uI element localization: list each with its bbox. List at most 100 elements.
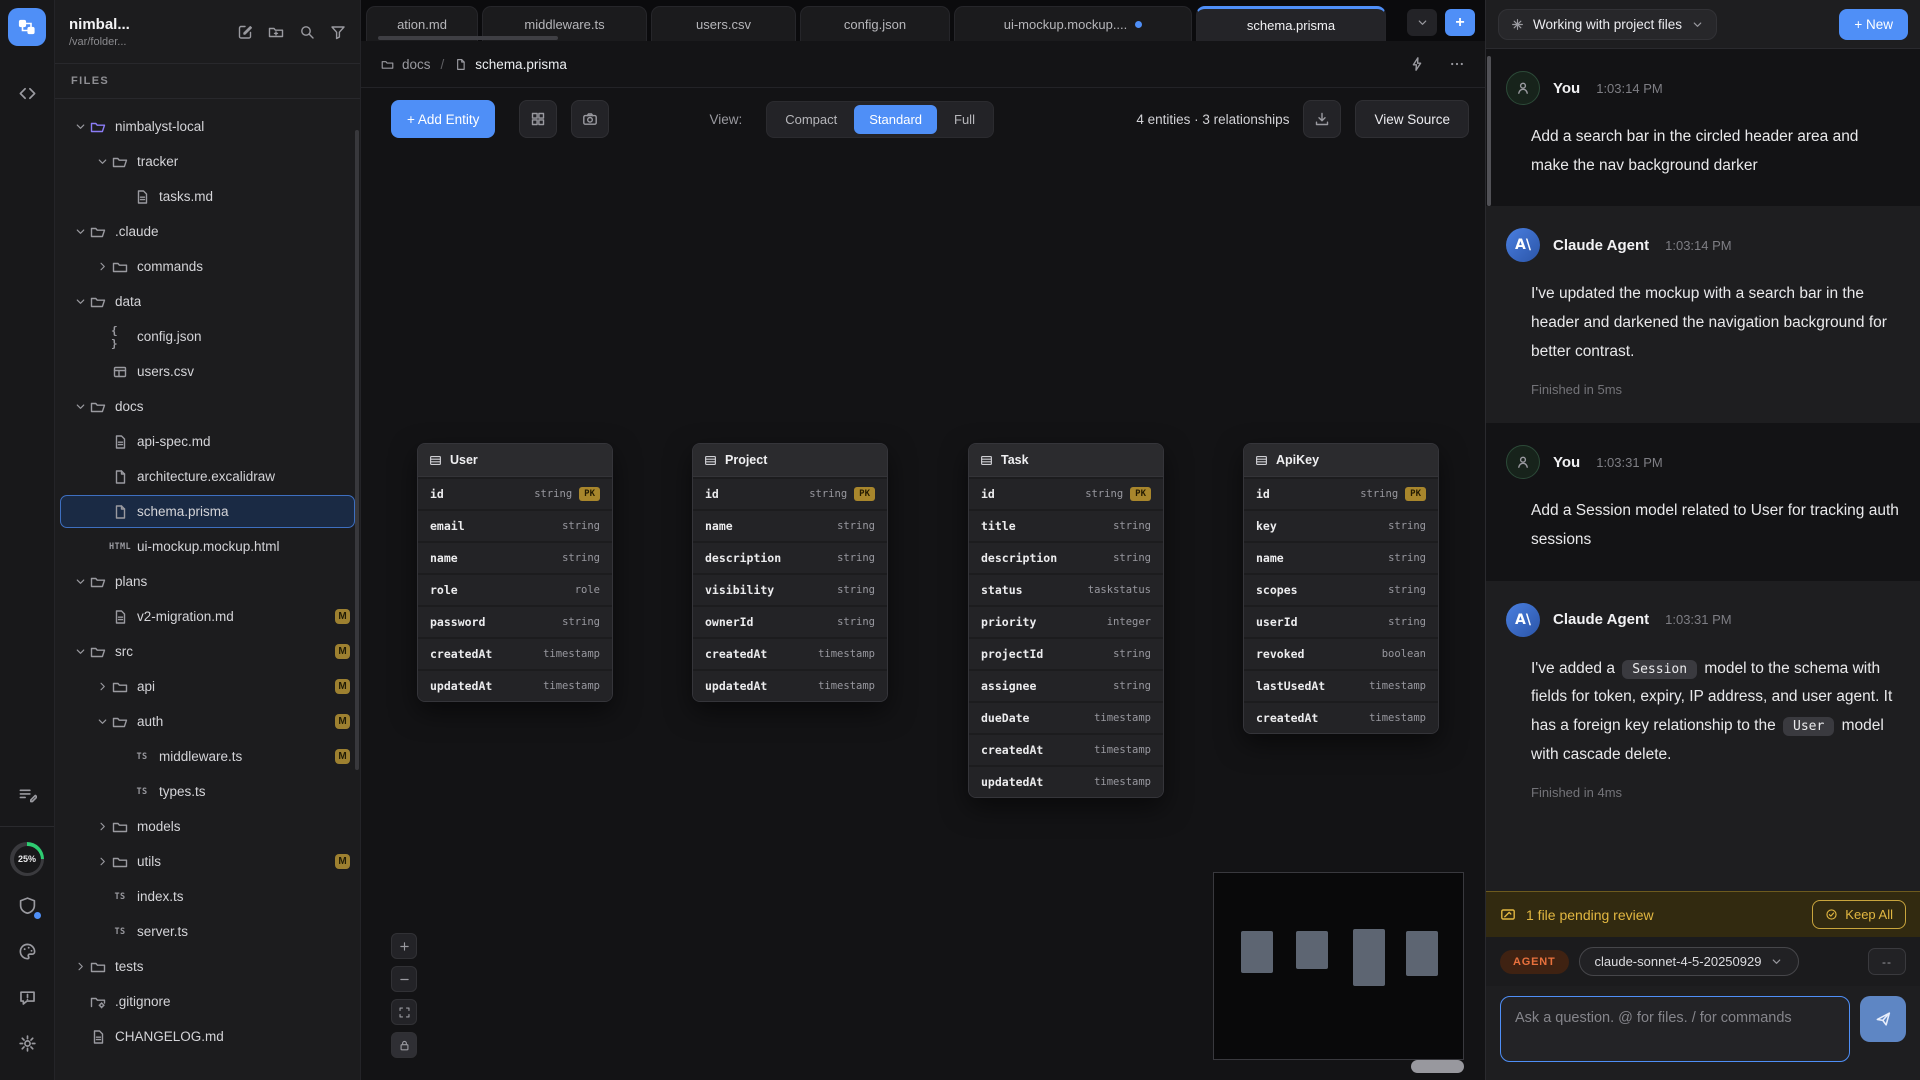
quick-actions-icon[interactable] [1409,56,1425,72]
project-context-dropdown[interactable]: Working with project files [1498,9,1717,40]
chevron-down-icon[interactable] [93,155,111,168]
tree-item-utils[interactable]: utilsM [55,844,360,879]
sidebar-scrollbar[interactable] [355,130,359,770]
view-source-button[interactable]: View Source [1355,100,1469,138]
new-tab-button[interactable]: + [1445,9,1475,36]
entity-field-row[interactable]: idstringPK [969,479,1163,509]
chevron-down-icon[interactable] [71,575,89,588]
entity-field-row[interactable]: dueDatetimestamp [969,703,1163,733]
entity-field-row[interactable]: createdAttimestamp [418,639,612,669]
tree-item-models[interactable]: models [55,809,360,844]
zoom-in-button[interactable] [391,933,417,959]
tree-item-commands[interactable]: commands [55,249,360,284]
chevron-right-icon[interactable] [93,260,111,273]
chevron-down-icon[interactable] [71,400,89,413]
tab-list-dropdown-button[interactable] [1407,9,1437,36]
agent-more-button[interactable]: -- [1868,948,1906,975]
tab-users.csv[interactable]: users.csv [651,6,796,41]
entity-field-row[interactable]: updatedAttimestamp [693,671,887,701]
entity-field-row[interactable]: lastUsedAttimestamp [1244,671,1438,701]
tree-item-api[interactable]: apiM [55,669,360,704]
new-chat-button[interactable]: + New [1839,9,1908,40]
new-file-icon[interactable] [237,24,253,40]
zoom-out-button[interactable] [391,966,417,992]
entity-field-row[interactable]: emailstring [418,511,612,541]
more-options-icon[interactable] [1449,56,1465,72]
filter-icon[interactable] [330,24,346,40]
chevron-right-icon[interactable] [93,855,111,868]
tab-ui-mockup.mockup....[interactable]: ui-mockup.mockup.... [954,6,1192,41]
entity-field-row[interactable]: idstringPK [1244,479,1438,509]
entity-field-row[interactable]: userIdstring [1244,607,1438,637]
tree-item-v2-migration.md[interactable]: v2-migration.mdM [55,599,360,634]
entity-field-row[interactable]: createdAttimestamp [969,735,1163,765]
entity-field-row[interactable]: idstringPK [693,479,887,509]
tree-item-tests[interactable]: tests [55,949,360,984]
tree-item-architecture.excalidraw[interactable]: architecture.excalidraw [55,459,360,494]
tree-item-schema.prisma[interactable]: schema.prisma [55,494,360,529]
add-entity-button[interactable]: + Add Entity [391,100,495,138]
tree-item-data[interactable]: data [55,284,360,319]
snapshot-camera-button[interactable] [571,100,609,138]
entity-header[interactable]: Task [969,444,1163,477]
theme-palette-icon[interactable] [9,933,45,969]
tab-config.json[interactable]: config.json [800,6,950,41]
keep-all-button[interactable]: Keep All [1812,900,1906,929]
entity-field-row[interactable]: descriptionstring [969,543,1163,573]
entity-field-row[interactable]: assigneestring [969,671,1163,701]
chevron-down-icon[interactable] [71,645,89,658]
entity-field-row[interactable]: rolerole [418,575,612,605]
tree-item-ui-mockup.mockup.html[interactable]: HTMLui-mockup.mockup.html [55,529,360,564]
chat-messages[interactable]: You1:03:14 PMAdd a search bar in the cir… [1486,49,1920,891]
tab-schema.prisma[interactable]: schema.prisma [1196,6,1386,41]
entity-header[interactable]: Project [693,444,887,477]
minimap[interactable] [1213,872,1464,1060]
chevron-down-icon[interactable] [71,225,89,238]
entity-field-row[interactable]: keystring [1244,511,1438,541]
entity-field-row[interactable]: createdAttimestamp [1244,703,1438,733]
tree-item-api-spec.md[interactable]: api-spec.md [55,424,360,459]
chevron-right-icon[interactable] [71,960,89,973]
feedback-icon[interactable] [9,979,45,1015]
entity-card-Project[interactable]: ProjectidstringPKnamestringdescriptionst… [692,443,888,702]
entity-field-row[interactable]: statustaskstatus [969,575,1163,605]
entity-field-row[interactable]: namestring [693,511,887,541]
chevron-down-icon[interactable] [71,295,89,308]
layout-grid-button[interactable] [519,100,557,138]
tree-item-tracker[interactable]: tracker [55,144,360,179]
tree-item-plans[interactable]: plans [55,564,360,599]
entity-field-row[interactable]: namestring [1244,543,1438,573]
entity-card-Task[interactable]: TaskidstringPKtitlestringdescriptionstri… [968,443,1164,798]
settings-gear-icon[interactable] [9,1025,45,1061]
model-selector[interactable]: claude-sonnet-4-5-20250929 [1579,947,1800,976]
tree-item-auth[interactable]: authM [55,704,360,739]
canvas-horizontal-scrollbar[interactable] [1411,1060,1464,1073]
tree-item-users.csv[interactable]: users.csv [55,354,360,389]
tree-item-server.ts[interactable]: TSserver.ts [55,914,360,949]
chat-scrollbar[interactable] [1487,56,1491,206]
fit-view-button[interactable] [391,999,417,1025]
entity-header[interactable]: User [418,444,612,477]
tree-item-.gitignore[interactable]: .gitignore [55,984,360,1019]
entity-field-row[interactable]: ownerIdstring [693,607,887,637]
entity-field-row[interactable]: descriptionstring [693,543,887,573]
breadcrumb-file[interactable]: schema.prisma [475,57,567,72]
send-button[interactable] [1860,996,1906,1042]
entity-field-row[interactable]: priorityinteger [969,607,1163,637]
tree-item-index.ts[interactable]: TSindex.ts [55,879,360,914]
code-view-icon[interactable] [9,75,45,111]
chevron-right-icon[interactable] [93,820,111,833]
entity-field-row[interactable]: projectIdstring [969,639,1163,669]
view-mode-full[interactable]: Full [939,105,990,134]
entity-card-ApiKey[interactable]: ApiKeyidstringPKkeystringnamestringscope… [1243,443,1439,734]
diagram-canvas[interactable]: + Add Entity View: CompactStandardFull 4… [361,88,1485,1080]
tree-item-config.json[interactable]: { }config.json [55,319,360,354]
entity-field-row[interactable]: updatedAttimestamp [969,767,1163,797]
tree-item-src[interactable]: srcM [55,634,360,669]
chevron-down-icon[interactable] [71,120,89,133]
chevron-right-icon[interactable] [93,680,111,693]
tree-item-nimbalyst-local[interactable]: nimbalyst-local [55,109,360,144]
entity-field-row[interactable]: titlestring [969,511,1163,541]
entity-field-row[interactable]: scopesstring [1244,575,1438,605]
entity-field-row[interactable]: updatedAttimestamp [418,671,612,701]
